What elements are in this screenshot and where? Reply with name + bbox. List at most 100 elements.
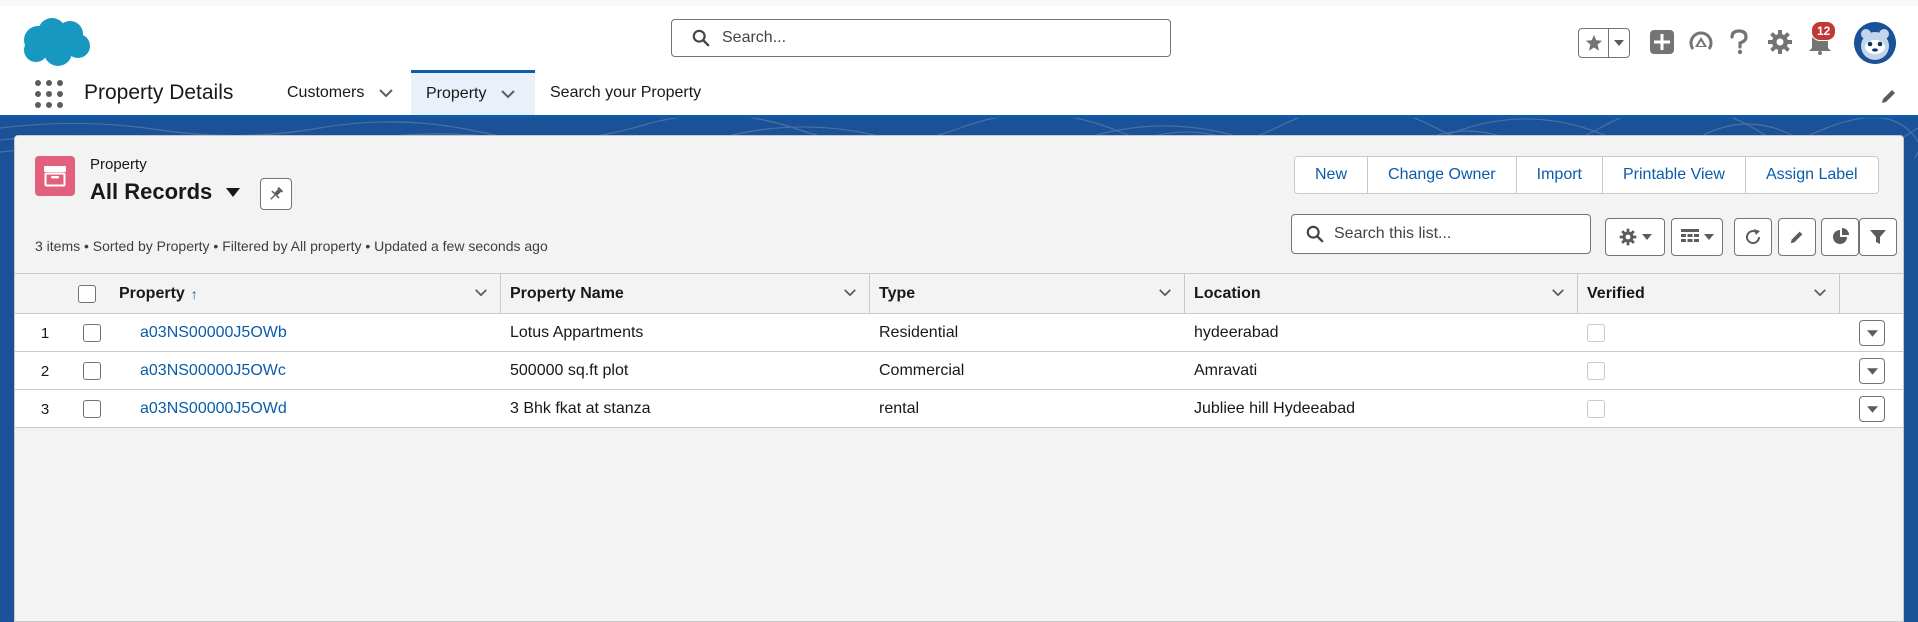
chevron-down-icon[interactable] [1551,288,1565,297]
assign-label-button[interactable]: Assign Label [1746,157,1878,193]
property-name-cell: Lotus Appartments [510,324,644,341]
select-all-checkbox[interactable] [78,285,96,303]
chevron-down-icon [1866,329,1878,337]
chevron-down-icon [1703,234,1714,240]
column-label: Property [119,285,185,302]
chevron-down-icon[interactable] [474,288,488,297]
global-actions-plus-icon[interactable] [1648,28,1676,56]
row-select-checkbox[interactable] [83,324,101,342]
row-select-cell [83,352,111,390]
row-actions-button[interactable] [1859,396,1885,422]
inline-edit-button[interactable] [1778,218,1816,256]
notification-count-badge: 12 [1811,21,1837,41]
nav-tab-label: Search your Property [550,83,702,101]
trailhead-icon[interactable] [1686,28,1716,56]
row-select-checkbox[interactable] [83,362,101,380]
list-search-input[interactable] [1334,225,1574,243]
pencil-icon [1790,231,1803,244]
nav-tab-property[interactable]: Property [411,70,535,115]
column-header-property[interactable]: Property ↑ [101,274,501,314]
property-record-link[interactable]: a03NS00000J5OWd [140,390,287,428]
row-action-cell [1859,352,1885,390]
list-view-selector[interactable]: All Records [90,179,241,205]
list-view-card: Property All Records New Change Owner Im… [14,135,1904,622]
chevron-down-icon[interactable] [500,89,516,99]
global-search-input[interactable] [722,29,1142,47]
property-name-cell: 500000 sq.ft plot [510,362,629,379]
list-view-controls-button[interactable] [1605,218,1665,256]
printable-view-button[interactable]: Printable View [1603,157,1746,193]
user-avatar[interactable] [1854,22,1896,64]
pin-list-view-button[interactable] [260,178,292,210]
row-actions-button[interactable] [1859,358,1885,384]
verified-checkbox [1587,362,1605,380]
row-action-cell [1859,314,1885,352]
verified-checkbox [1587,324,1605,342]
verified-cell [1587,314,1605,352]
app-nav-bar: Property Details Customers Property Sear… [0,70,1918,118]
display-as-button[interactable] [1671,218,1723,256]
property-record-link[interactable]: a03NS00000J5OWb [140,314,287,352]
global-header: 12 [0,0,1918,70]
table-row: 1 a03NS00000J5OWb Lotus Appartments Resi… [15,314,1903,352]
setup-gear-icon[interactable] [1766,28,1794,56]
favorites-menu-chevron-icon[interactable] [1609,29,1629,57]
column-label: Property Name [510,285,624,302]
column-label: Location [1194,285,1261,302]
nav-tab-label: Property [426,85,487,102]
app-launcher-waffle-icon[interactable] [35,80,63,108]
property-name-cell: 3 Bhk fkat at stanza [510,400,651,417]
row-actions-button[interactable] [1859,320,1885,346]
charts-button[interactable] [1821,218,1859,256]
change-owner-button[interactable]: Change Owner [1368,157,1517,193]
filter-button[interactable] [1859,218,1897,256]
table-header-row: Property ↑ Property Name Type Location V… [15,273,1903,314]
row-select-checkbox[interactable] [83,400,101,418]
verified-checkbox [1587,400,1605,418]
global-search[interactable] [671,19,1171,57]
column-header-property-name[interactable]: Property Name [501,274,870,314]
column-header-verified[interactable]: Verified [1578,274,1840,314]
list-view-meta: 3 items • Sorted by Property • Filtered … [35,238,548,254]
chevron-down-icon [1641,234,1652,240]
column-label: Verified [1587,285,1645,302]
type-cell: Residential [879,324,959,341]
salesforce-cloud-logo[interactable] [18,14,94,70]
chevron-down-icon[interactable] [1158,288,1172,297]
type-cell: rental [879,400,920,417]
search-icon [1306,225,1324,243]
import-button[interactable]: Import [1517,157,1603,193]
list-actions-button-group: New Change Owner Import Printable View A… [1294,156,1879,194]
chevron-down-icon[interactable] [1813,288,1827,297]
refresh-button[interactable] [1734,218,1772,256]
type-cell: Commercial [879,362,965,379]
new-button[interactable]: New [1295,157,1369,193]
select-all-cell [73,274,101,314]
row-number: 3 [40,400,50,418]
chevron-down-icon [1866,367,1878,375]
property-object-icon [35,156,75,196]
charts-icon [1833,228,1849,244]
favorites-group[interactable] [1578,28,1630,58]
nav-tab-search-your-property[interactable]: Search your Property [536,70,701,115]
caret-down-icon[interactable] [226,187,241,197]
chevron-down-icon[interactable] [843,288,857,297]
edit-nav-pencil-icon[interactable] [1880,87,1898,105]
row-select-cell [83,314,111,352]
table-row: 2 a03NS00000J5OWc 500000 sq.ft plot Comm… [15,352,1903,390]
nav-tab-customers[interactable]: Customers [270,70,410,115]
verified-cell [1587,352,1605,390]
row-action-cell [1859,390,1885,428]
column-header-location[interactable]: Location [1185,274,1578,314]
favorites-star-icon[interactable] [1579,29,1609,57]
help-icon[interactable] [1726,28,1752,56]
search-icon [692,29,710,47]
filter-icon [1870,230,1886,244]
column-header-type[interactable]: Type [870,274,1185,314]
location-cell: Jubliee hill Hydeeabad [1194,400,1355,417]
property-record-link[interactable]: a03NS00000J5OWc [140,352,286,390]
list-search[interactable] [1291,214,1591,254]
chevron-down-icon[interactable] [378,88,394,98]
pin-icon [270,186,284,200]
records-table: Property ↑ Property Name Type Location V… [15,273,1903,428]
